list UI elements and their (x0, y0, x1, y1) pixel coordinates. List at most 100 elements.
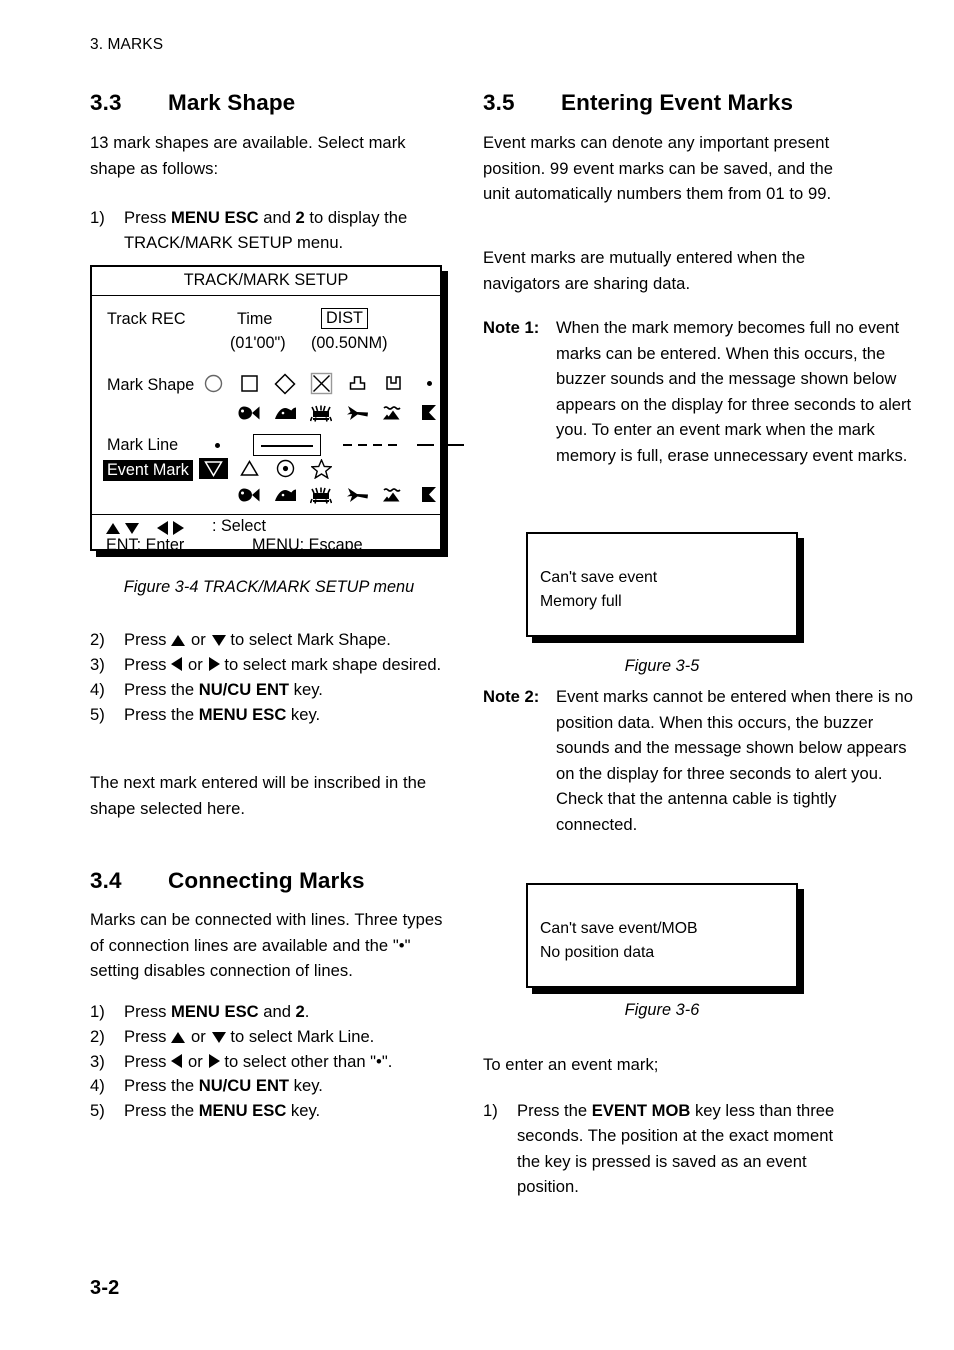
step-text-pre: Press the (124, 705, 199, 724)
event-mark-option-fish[interactable] (231, 487, 267, 503)
step-text-pre: Press the (124, 1101, 199, 1121)
menu-select-label: : Select (212, 517, 266, 535)
bird-icon (346, 406, 368, 420)
dolphin-icon (274, 489, 296, 501)
step-number: 3) (90, 1051, 105, 1071)
figure-3-4-caption: Figure 3-4 TRACK/MARK SETUP menu (123, 578, 415, 596)
mark-shape-icon-row-1 (195, 372, 447, 395)
step-number: 2) (90, 1026, 105, 1046)
event-mark-option-flag[interactable] (411, 486, 447, 504)
mark-line-option-dashed[interactable] (405, 444, 475, 446)
island-icon (383, 406, 401, 420)
arrow-left-icon (171, 657, 183, 671)
step-text-pre: Press (124, 1002, 172, 1021)
mark-shape-option-dot[interactable] (411, 381, 447, 386)
star-icon (310, 458, 332, 479)
mark-shape-option-circle[interactable] (195, 374, 231, 393)
section-3-4-intro: Marks can be connected with lines. Three… (90, 910, 443, 980)
mark-shape-option-fish[interactable] (231, 405, 267, 421)
diamond-icon (274, 372, 296, 395)
section-3-5-final-step: 1) Press the EVENT MOB key less than thr… (483, 1098, 843, 1200)
section-3-3-step-5: 5) Press the MENU ESC key. (90, 702, 450, 727)
section-3-5-para-2: Event marks are mutually entered when th… (483, 248, 806, 293)
bird-icon (346, 488, 368, 502)
event-mark-option-star[interactable] (303, 458, 339, 479)
mark-shape-label: Mark Shape (107, 376, 195, 394)
mark-line-option-solid[interactable] (239, 434, 335, 456)
arrow-right-icon (208, 657, 220, 671)
section-3-3-heading: 3.3 Mark Shape (90, 90, 295, 116)
event-mark-option-bird[interactable] (339, 487, 375, 503)
mark-shape-option-dolphin[interactable] (267, 406, 303, 421)
crab-icon (310, 487, 332, 504)
crab-icon (310, 405, 332, 422)
mark-shape-option-crab[interactable] (303, 405, 339, 422)
section-3-5-title: Entering Event Marks (561, 90, 794, 115)
running-header: 3. MARKS (90, 36, 164, 53)
step-text-post: to select other than "•". (219, 1051, 393, 1071)
section-3-3-outro: The next mark entered will be inscribed … (90, 773, 427, 818)
event-mark-option-crab[interactable] (303, 487, 339, 504)
mark-line-label: Mark Line (107, 436, 179, 454)
step-text-post: and (258, 1002, 296, 1021)
solid-line-icon (253, 434, 321, 456)
section-3-3-step-1: 1) Press MENU ESC and 2 to display the T… (90, 205, 450, 256)
down-triangle-icon (203, 461, 223, 477)
step-text-pre: Press (124, 655, 172, 674)
step-word-or: or (191, 1026, 206, 1046)
step-number: 2) (90, 630, 105, 649)
target-circle-icon (276, 459, 294, 478)
menu-arrow-keys (106, 521, 184, 535)
buoy-icon (349, 376, 365, 390)
mark-shape-option-diamond[interactable] (267, 372, 303, 395)
mark-shape-option-wreck[interactable] (375, 374, 411, 393)
event-mark-option-up-triangle[interactable] (231, 460, 267, 477)
event-mark-option-dolphin[interactable] (267, 488, 303, 503)
square-icon (240, 375, 258, 392)
step-word-or: or (188, 1051, 203, 1071)
step-text-c: and (258, 208, 296, 227)
arrow-down-icon (125, 522, 139, 534)
dashed-line-icon (416, 444, 464, 446)
mark-shape-option-buoy[interactable] (339, 374, 375, 393)
section-3-4-title: Connecting Marks (168, 868, 365, 893)
step-number: 1) (483, 1101, 498, 1120)
track-rec-label: Track REC (107, 310, 186, 328)
mark-line-option-dotted[interactable] (335, 444, 405, 446)
note-2-text: Event marks cannot be entered when there… (556, 687, 913, 834)
key-nu-cu-ent: NU/CU ENT (198, 1076, 290, 1096)
track-rec-dist-option[interactable]: DIST (321, 308, 368, 329)
step-number: 1) (90, 1002, 105, 1021)
menu-body: Track REC Time (01'00") DIST (00.50NM) M… (92, 296, 464, 515)
note-2: Note 2: Event marks cannot be entered wh… (483, 684, 916, 837)
mark-shape-option-island[interactable] (375, 405, 411, 421)
step-number: 5) (90, 1101, 105, 1121)
key-2: 2 (295, 1002, 305, 1021)
menu-box: TRACK/MARK SETUP Track REC Time (01'00")… (90, 265, 464, 554)
step-text-post2: . (304, 1002, 310, 1021)
step-text-pre: Press the (517, 1101, 592, 1120)
key-2: 2 (295, 208, 305, 227)
event-mark-option-down-triangle[interactable] (195, 458, 231, 479)
section-3-3-step-3: 3) Press or to select mark shape desired… (90, 652, 450, 677)
event-mark-label[interactable]: Event Mark (103, 460, 193, 481)
figure-3-6-message-box: Can't save event/MOB No position data (526, 883, 804, 994)
message-box: Can't save event Memory full (526, 532, 798, 637)
mark-shape-option-square[interactable] (231, 374, 267, 393)
event-mark-icon-row-2 (231, 486, 447, 504)
mark-shape-option-flag[interactable] (411, 404, 447, 422)
arrow-up-icon (106, 522, 120, 534)
section-3-4-step-4: 4) Press the NU/CU ENT key. (90, 1074, 450, 1099)
arrow-up-icon (171, 635, 186, 646)
mark-line-option-none[interactable] (195, 442, 239, 448)
track-rec-time-option[interactable]: Time (237, 310, 272, 329)
mark-shape-option-bird[interactable] (339, 405, 375, 421)
event-mark-option-target-circle[interactable] (267, 459, 303, 478)
message-line-2: Memory full (540, 593, 622, 610)
mark-shape-option-crossed-square[interactable] (303, 372, 339, 395)
message-line-1: Can't save event (540, 569, 658, 586)
manual-page: 3. MARKS 3.3 Mark Shape 13 mark shapes ar… (0, 0, 954, 1350)
figure-3-6-caption: Figure 3-6 (624, 1001, 700, 1019)
dolphin-icon (274, 407, 296, 419)
event-mark-option-island[interactable] (375, 487, 411, 503)
